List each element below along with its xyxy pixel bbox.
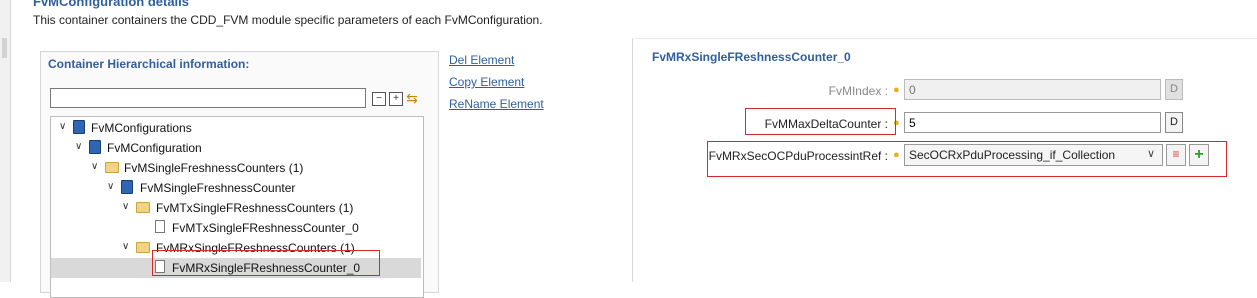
tree-item-label: FvMTxSingleFReshnessCounters (1) [156,201,354,215]
tree-item-label: FvMConfiguration [107,141,202,155]
tree-row[interactable]: FvMTxSingleFReshnessCounter_0 [51,218,421,238]
folder-icon [136,242,150,253]
rename-element-link[interactable]: ReName Element [449,97,544,111]
lightbulb-icon[interactable]: ● [893,84,900,96]
tree-row[interactable]: ∨ FvMConfigurations [51,118,421,138]
tree-filter-input[interactable] [50,88,366,108]
tree-item-label: FvMSingleFreshnessCounters (1) [124,161,304,175]
tree-row[interactable]: ∨ FvMSingleFreshnessCounter [51,178,421,198]
tree-item-label: FvMSingleFreshnessCounter [140,181,296,195]
chevron-down-icon[interactable]: ∨ [122,241,132,252]
hierarchy-panel-title: Container Hierarchical information: [48,57,250,71]
chevron-down-icon[interactable]: ∨ [122,201,132,212]
highlight-box [707,141,1227,177]
highlight-box [745,108,896,135]
fvmindex-default-button: D [1165,79,1183,100]
highlight-box [152,250,380,276]
collapse-all-icon[interactable]: − [372,92,386,106]
folder-icon [105,162,119,173]
section-description: This container containers the CDD_FVM mo… [33,13,543,27]
chevron-down-icon[interactable]: ∨ [59,121,69,132]
section-title: FvMConfiguration details [33,0,189,9]
folder-icon [136,202,150,213]
fvmindex-field [904,79,1161,100]
maxdelta-default-button[interactable]: D [1165,112,1183,133]
panel-divider[interactable] [632,38,633,282]
module-icon [73,120,85,134]
chevron-down-icon[interactable]: ∨ [107,181,117,192]
tree-item-label: FvMConfigurations [91,121,192,135]
module-icon [121,180,133,194]
details-title: FvMRxSingleFReshnessCounter_0 [652,50,851,64]
tree-row[interactable]: ∨ FvMTxSingleFReshnessCounters (1) [51,198,421,218]
module-icon [89,140,101,154]
tree-item-label: FvMTxSingleFReshnessCounter_0 [172,221,359,235]
tree-row[interactable]: ∨ FvMConfiguration [51,138,421,158]
chevron-down-icon[interactable]: ∨ [91,161,101,172]
maxdelta-field[interactable] [904,112,1161,133]
chevron-down-icon[interactable]: ∨ [75,141,85,152]
left-edge-scroll-thumb[interactable] [2,38,7,58]
link-editor-icon[interactable]: ⇆ [405,91,419,106]
document-icon [155,220,165,233]
fvmindex-label: FvMIndex : [828,84,888,98]
del-element-link[interactable]: Del Element [449,53,514,67]
panel-top-border [636,38,1257,39]
copy-element-link[interactable]: Copy Element [449,75,524,89]
tree-row[interactable]: ∨ FvMSingleFreshnessCounters (1) [51,158,421,178]
expand-all-icon[interactable]: + [389,92,403,106]
